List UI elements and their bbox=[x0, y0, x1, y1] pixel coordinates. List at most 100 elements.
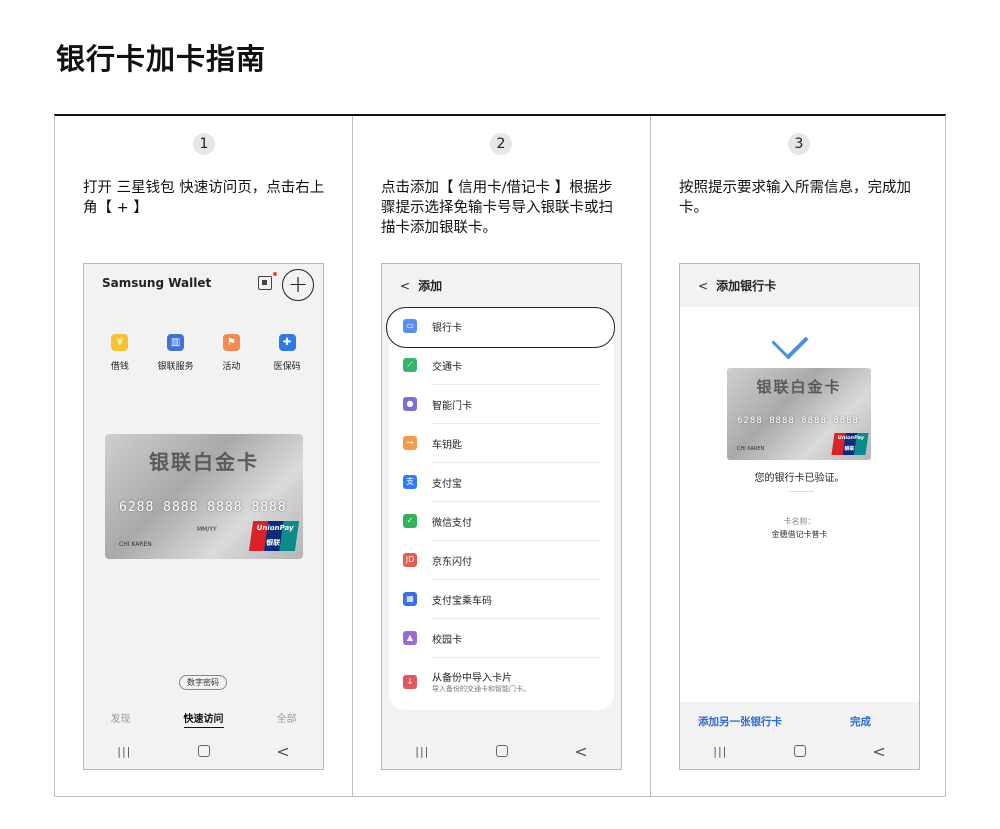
campus-card-icon: ▲ bbox=[403, 631, 417, 645]
card-holder: CHI KAREN bbox=[119, 541, 152, 548]
import-icon: ↓ bbox=[403, 675, 417, 689]
list-item-door-card[interactable]: ● 智能门卡 bbox=[389, 385, 614, 424]
divider bbox=[788, 491, 814, 492]
back-button[interactable]: < bbox=[574, 742, 587, 761]
step-number: 1 bbox=[193, 133, 215, 155]
list-item-label: 交通卡 bbox=[432, 362, 462, 373]
card-title: 银联白金卡 bbox=[149, 450, 259, 474]
phone-screenshot: Samsung Wallet + ¥ 借钱 ▥ 银联服务 ⚑ 活动 ✚ 医保码 … bbox=[83, 263, 324, 770]
home-button[interactable] bbox=[793, 745, 806, 757]
quick-action-label: 医保码 bbox=[273, 362, 301, 372]
back-chevron-icon[interactable]: < bbox=[698, 279, 708, 293]
steps-container: 1 打开 三星钱包 快速访问页，点击右上角【 + 】 Samsung Walle… bbox=[54, 114, 946, 797]
highlight-oval bbox=[386, 307, 615, 348]
list-item-sublabel: 导入备份的交通卡和智能门卡。 bbox=[432, 685, 530, 693]
list-item-car-key[interactable]: ⊸ 车钥匙 bbox=[389, 424, 614, 463]
content-area bbox=[680, 307, 919, 702]
app-title: Samsung Wallet bbox=[102, 276, 212, 290]
tab-discover[interactable]: 发现 bbox=[111, 710, 131, 728]
bank-card-image[interactable]: 银联白金卡 6288 8888 8888 8888 MM/YY CHI KARE… bbox=[105, 434, 303, 559]
recent-apps-button[interactable]: ||| bbox=[117, 745, 131, 758]
card-expiry: MM/YY bbox=[197, 526, 217, 533]
unionpay-logo-icon: UnionPay 银联 bbox=[831, 433, 869, 455]
notification-dot-icon bbox=[273, 272, 277, 276]
list-item-jd-pay[interactable]: JD 京东闪付 bbox=[389, 541, 614, 580]
money-icon: ¥ bbox=[111, 334, 129, 351]
home-button[interactable] bbox=[197, 745, 210, 757]
step-number: 2 bbox=[490, 133, 512, 155]
door-card-icon: ● bbox=[403, 397, 417, 411]
card-name-label: 卡名称： bbox=[783, 517, 816, 526]
quick-action-label: 活动 bbox=[222, 362, 241, 372]
page-title: 银行卡加卡指南 bbox=[56, 42, 267, 76]
back-button[interactable]: < bbox=[276, 742, 289, 761]
list-item-campus-card[interactable]: ▲ 校园卡 bbox=[389, 619, 614, 658]
card-title: 银联白金卡 bbox=[756, 378, 842, 396]
list-item-alipay-transit[interactable]: ▦ 支付宝乘车码 bbox=[389, 580, 614, 619]
back-chevron-icon[interactable]: < bbox=[400, 279, 410, 293]
flag-icon: ⚑ bbox=[222, 334, 240, 351]
list-item-transit-card[interactable]: ⟋ 交通卡 bbox=[389, 346, 614, 385]
step-number: 3 bbox=[788, 133, 810, 155]
step-panel-3: 3 按照提示要求输入所需信息，完成加卡。 < 添加银行卡 银联白金卡 6288 8… bbox=[650, 116, 946, 796]
step-description: 按照提示要求输入所需信息，完成加卡。 bbox=[679, 180, 911, 216]
header-title: 添加 bbox=[418, 279, 443, 293]
system-navbar: ||| < bbox=[382, 733, 621, 769]
phone-screenshot: < 添加 ▭ 银行卡 ⟋ 交通卡 ● 智能门卡 ⊸ 车钥匙 支 支付宝 ✓ 微信… bbox=[381, 263, 622, 770]
list-item-import-backup[interactable]: ↓ 从备份中导入卡片 导入备份的交通卡和智能门卡。 bbox=[389, 659, 614, 707]
phone-screenshot: < 添加银行卡 银联白金卡 6288 8888 8888 8888 CHI KAR… bbox=[679, 263, 920, 770]
page-header: < 添加银行卡 bbox=[698, 277, 776, 294]
quick-action-label: 借钱 bbox=[110, 362, 129, 372]
bank-card-image: 银联白金卡 6288 8888 8888 8888 CHI KAREN Unio… bbox=[727, 368, 871, 460]
unionpay-logo-icon: UnionPay 银联 bbox=[248, 521, 300, 551]
quick-action-unionpay-service[interactable]: ▥ 银联服务 bbox=[148, 334, 204, 372]
list-item-label: 支付宝 bbox=[432, 479, 462, 490]
scan-icon[interactable] bbox=[258, 276, 272, 290]
system-navbar: ||| < bbox=[680, 733, 919, 769]
list-item-alipay[interactable]: 支 支付宝 bbox=[389, 463, 614, 502]
list-item-label: 微信支付 bbox=[432, 518, 472, 529]
car-key-icon: ⊸ bbox=[403, 436, 417, 450]
alipay-icon: 支 bbox=[403, 475, 417, 489]
system-navbar: ||| < bbox=[84, 733, 323, 769]
recent-apps-button[interactable]: ||| bbox=[713, 745, 727, 758]
quick-action-label: 银联服务 bbox=[157, 362, 194, 372]
bottom-tabs: 发现 快速访问 全部 bbox=[84, 710, 323, 728]
list-item-label: 智能门卡 bbox=[432, 401, 472, 412]
quick-action-events[interactable]: ⚑ 活动 bbox=[204, 334, 260, 372]
step-description: 打开 三星钱包 快速访问页，点击右上角【 + 】 bbox=[83, 180, 325, 216]
jd-pay-icon: JD bbox=[403, 553, 417, 567]
quick-action-borrow[interactable]: ¥ 借钱 bbox=[92, 334, 148, 372]
card-name-value: 金穗借记卡普卡 bbox=[771, 530, 828, 539]
add-options-list: ▭ 银行卡 ⟋ 交通卡 ● 智能门卡 ⊸ 车钥匙 支 支付宝 ✓ 微信支付 JD… bbox=[389, 307, 614, 710]
list-item-wechat-pay[interactable]: ✓ 微信支付 bbox=[389, 502, 614, 541]
tab-all[interactable]: 全部 bbox=[277, 710, 297, 728]
alipay-transit-icon: ▦ bbox=[403, 592, 417, 606]
card-number: 6288 8888 8888 8888 bbox=[119, 500, 287, 515]
list-item-label: 支付宝乘车码 bbox=[432, 596, 492, 607]
pin-badge[interactable]: 数字密码 bbox=[179, 675, 227, 690]
home-button[interactable] bbox=[495, 745, 508, 757]
medical-icon: ✚ bbox=[278, 334, 296, 351]
verified-message: 您的银行卡已验证。 bbox=[754, 473, 845, 484]
done-button[interactable]: 完成 bbox=[850, 714, 871, 729]
card-holder: CHI KAREN bbox=[737, 446, 765, 452]
add-card-button[interactable]: + bbox=[282, 269, 314, 301]
wechat-pay-icon: ✓ bbox=[403, 514, 417, 528]
add-another-card-button[interactable]: 添加另一张银行卡 bbox=[698, 714, 782, 729]
step-panel-2: 2 点击添加【 信用卡/借记卡 】根据步骤提示选择免输卡号导入银联卡或扫描卡添加… bbox=[352, 116, 651, 796]
page-header: < 添加 bbox=[400, 277, 442, 294]
quick-action-medical-code[interactable]: ✚ 医保码 bbox=[259, 334, 315, 372]
card-number: 6288 8888 8888 8888 bbox=[737, 416, 859, 426]
back-button[interactable]: < bbox=[872, 742, 885, 761]
list-item-label: 京东闪付 bbox=[432, 557, 472, 568]
step-description: 点击添加【 信用卡/借记卡 】根据步骤提示选择免输卡号导入银联卡或扫描卡添加银联… bbox=[381, 180, 613, 236]
transit-card-icon: ⟋ bbox=[403, 358, 417, 372]
recent-apps-button[interactable]: ||| bbox=[415, 745, 429, 758]
step-panel-1: 1 打开 三星钱包 快速访问页，点击右上角【 + 】 Samsung Walle… bbox=[55, 116, 352, 796]
action-bar: 添加另一张银行卡 完成 bbox=[680, 702, 919, 734]
list-item-label: 校园卡 bbox=[432, 635, 462, 646]
tab-quick-access[interactable]: 快速访问 bbox=[183, 710, 224, 728]
quick-actions: ¥ 借钱 ▥ 银联服务 ⚑ 活动 ✚ 医保码 bbox=[92, 334, 315, 372]
list-item-label: 从备份中导入卡片 bbox=[432, 673, 512, 684]
